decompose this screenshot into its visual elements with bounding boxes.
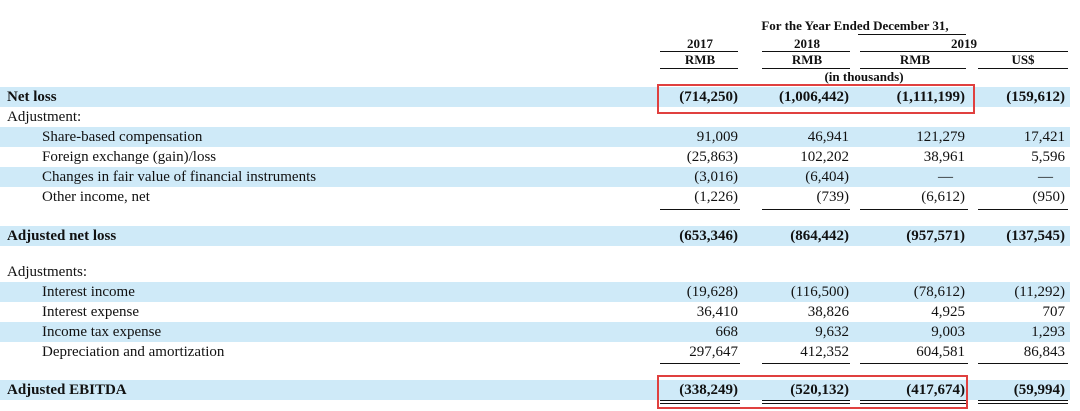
row-label: Changes in fair value of financial instr… bbox=[42, 169, 317, 185]
total-rule-2019-usd bbox=[978, 363, 1068, 364]
year-2019-header: 2019 bbox=[951, 36, 977, 51]
depreciation-amortization-row: Depreciation and amortization 297,647 41… bbox=[0, 342, 1070, 362]
interest-income-row: Interest income (19,628) (116,500) (78,6… bbox=[0, 282, 1070, 302]
double-rule-2019-usd-b bbox=[978, 403, 1068, 404]
value-2019-usd: (159,612) bbox=[1006, 89, 1065, 105]
net-loss-highlight-box bbox=[657, 84, 975, 114]
total-rule-2019-rmb bbox=[860, 363, 968, 364]
row-label: Interest expense bbox=[42, 304, 140, 320]
value-2017: 36,410 bbox=[696, 304, 738, 320]
value-2019-usd: (11,292) bbox=[1014, 284, 1065, 300]
value-2019-rmb: 604,581 bbox=[916, 344, 965, 360]
value-2017: 668 bbox=[715, 324, 739, 340]
total-rule-2017 bbox=[660, 363, 740, 364]
value-2019-rmb: — bbox=[938, 169, 953, 185]
value-2019-usd: 707 bbox=[1042, 304, 1066, 320]
value-2018: (739) bbox=[816, 189, 850, 205]
value-2018: 46,941 bbox=[807, 129, 849, 145]
value-2017: (3,016) bbox=[694, 169, 738, 185]
period-header: For the Year Ended December 31, bbox=[761, 18, 949, 33]
total-rule-2018 bbox=[762, 363, 850, 364]
value-2017: 91,009 bbox=[696, 129, 738, 145]
value-2018: 102,202 bbox=[800, 149, 849, 165]
adjusted-ebitda-highlight-box bbox=[657, 375, 968, 409]
row-label: Net loss bbox=[7, 89, 57, 105]
subtotal-rule-2017 bbox=[660, 209, 740, 210]
adjustments-heading-row: Adjustments: bbox=[0, 262, 1070, 282]
currency-rule-2017 bbox=[660, 68, 738, 69]
row-label: Adjusted net loss bbox=[7, 228, 117, 244]
currency-header-2019-rmb: RMB bbox=[899, 52, 931, 67]
value-2019-usd: — bbox=[1038, 169, 1053, 185]
value-2017: 297,647 bbox=[689, 344, 738, 360]
value-2019-usd: 5,596 bbox=[1031, 149, 1065, 165]
row-label: Adjustments: bbox=[7, 264, 88, 280]
value-2019-rmb: (957,571) bbox=[906, 228, 965, 244]
adjusted-net-loss-row: Adjusted net loss (653,346) (864,442) (9… bbox=[0, 226, 1070, 246]
currency-header-2018: RMB bbox=[791, 52, 823, 67]
currency-header-2017: RMB bbox=[684, 52, 716, 67]
value-2017: (653,346) bbox=[679, 228, 738, 244]
row-label: Adjustment: bbox=[7, 109, 82, 125]
period-rule bbox=[858, 34, 966, 35]
value-2018: 38,826 bbox=[807, 304, 849, 320]
value-2018: 9,632 bbox=[815, 324, 849, 340]
value-2017: (25,863) bbox=[686, 149, 738, 165]
row-label: Adjusted EBITDA bbox=[7, 382, 127, 398]
value-2019-usd: 17,421 bbox=[1023, 129, 1065, 145]
income-tax-expense-row: Income tax expense 668 9,632 9,003 1,293 bbox=[0, 322, 1070, 342]
value-2019-rmb: 121,279 bbox=[916, 129, 965, 145]
foreign-exchange-row: Foreign exchange (gain)/loss (25,863) 10… bbox=[0, 147, 1070, 167]
value-2019-rmb: 4,925 bbox=[931, 304, 965, 320]
other-income-row: Other income, net (1,226) (739) (6,612) … bbox=[0, 187, 1070, 207]
value-2019-usd: 1,293 bbox=[1031, 324, 1065, 340]
currency-rule-2019-usd bbox=[978, 68, 1068, 69]
currency-header-2019-usd: US$ bbox=[1011, 52, 1035, 67]
value-2018: (864,442) bbox=[790, 228, 849, 244]
value-2019-usd: (59,994) bbox=[1013, 382, 1065, 398]
row-label: Interest income bbox=[42, 284, 135, 300]
fair-value-changes-row: Changes in fair value of financial instr… bbox=[0, 167, 1070, 187]
value-2019-rmb: 38,961 bbox=[923, 149, 965, 165]
value-2019-rmb: (6,612) bbox=[921, 189, 965, 205]
share-based-compensation-row: Share-based compensation 91,009 46,941 1… bbox=[0, 127, 1070, 147]
interest-expense-row: Interest expense 36,410 38,826 4,925 707 bbox=[0, 302, 1070, 322]
double-rule-2019-usd-a bbox=[978, 400, 1068, 401]
row-label: Depreciation and amortization bbox=[42, 344, 225, 360]
row-label: Other income, net bbox=[42, 189, 150, 205]
subtotal-rule-2018 bbox=[762, 209, 850, 210]
year-2017-header: 2017 bbox=[687, 36, 713, 51]
year-2018-header: 2018 bbox=[794, 36, 820, 51]
subtotal-rule-2019-usd bbox=[978, 209, 1068, 210]
value-2019-rmb: (78,612) bbox=[913, 284, 965, 300]
value-2017: (1,226) bbox=[694, 189, 738, 205]
row-label: Income tax expense bbox=[42, 324, 162, 340]
value-2018: (116,500) bbox=[790, 284, 849, 300]
value-2018: (6,404) bbox=[805, 169, 849, 185]
value-2017: (19,628) bbox=[686, 284, 738, 300]
value-2019-usd: 86,843 bbox=[1023, 344, 1065, 360]
units-note: (in thousands) bbox=[824, 69, 904, 84]
value-2018: 412,352 bbox=[800, 344, 849, 360]
value-2019-rmb: 9,003 bbox=[931, 324, 965, 340]
value-2019-usd: (137,545) bbox=[1006, 228, 1065, 244]
value-2019-usd: (950) bbox=[1032, 189, 1066, 205]
row-label: Share-based compensation bbox=[42, 129, 203, 145]
row-label: Foreign exchange (gain)/loss bbox=[42, 149, 217, 165]
subtotal-rule-2019-rmb bbox=[860, 209, 968, 210]
